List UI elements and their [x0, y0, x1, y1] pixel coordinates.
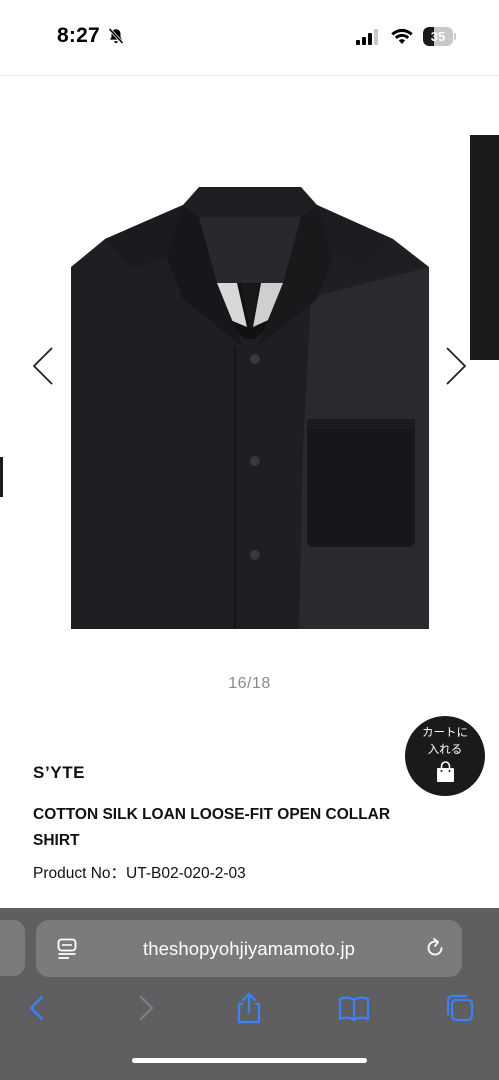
- bookmarks-icon[interactable]: [336, 990, 372, 1026]
- share-icon[interactable]: [231, 990, 267, 1026]
- chevron-left-icon[interactable]: [28, 344, 58, 388]
- previous-image-peek: [0, 457, 3, 497]
- reload-icon[interactable]: [424, 937, 446, 959]
- tabs-icon[interactable]: [442, 990, 478, 1026]
- add-to-cart-label-line2: 入れる: [427, 744, 463, 756]
- add-to-cart-label-line1: カートに: [422, 727, 468, 739]
- brand-name: S’YTE: [33, 763, 86, 782]
- url-text[interactable]: theshopyohjiyamamoto.jp: [36, 920, 462, 977]
- wifi-icon: [391, 28, 413, 44]
- add-to-cart-button[interactable]: カートに 入れる: [405, 716, 485, 796]
- cellular-signal-icon: [356, 29, 378, 45]
- browser-chrome: theshopyohjiyamamoto.jp: [0, 908, 499, 1080]
- bell-slash-icon: [108, 27, 124, 45]
- shopping-bag-icon: [437, 761, 454, 782]
- product-image-carousel[interactable]: 16/18: [0, 77, 499, 717]
- next-image-peek[interactable]: [470, 135, 499, 360]
- battery-percent: 35: [430, 29, 446, 44]
- product-title: COTTON SILK LOAN LOOSE-FIT OPEN COLLAR S…: [33, 806, 391, 849]
- product-image-shirt: [71, 187, 429, 629]
- forward-icon[interactable]: [127, 990, 163, 1026]
- image-counter: 16/18: [228, 675, 271, 692]
- previous-tab-peek[interactable]: [0, 920, 25, 976]
- battery-icon: 35: [423, 27, 456, 46]
- product-number: Product No：UT-B02-020-2-03: [33, 865, 246, 882]
- home-indicator: [132, 1058, 367, 1063]
- status-time: 8:27: [57, 24, 100, 47]
- chevron-right-icon[interactable]: [441, 344, 471, 388]
- address-bar[interactable]: theshopyohjiyamamoto.jp: [36, 920, 462, 977]
- status-bar: 8:27 35: [0, 0, 499, 76]
- back-icon[interactable]: [20, 990, 56, 1026]
